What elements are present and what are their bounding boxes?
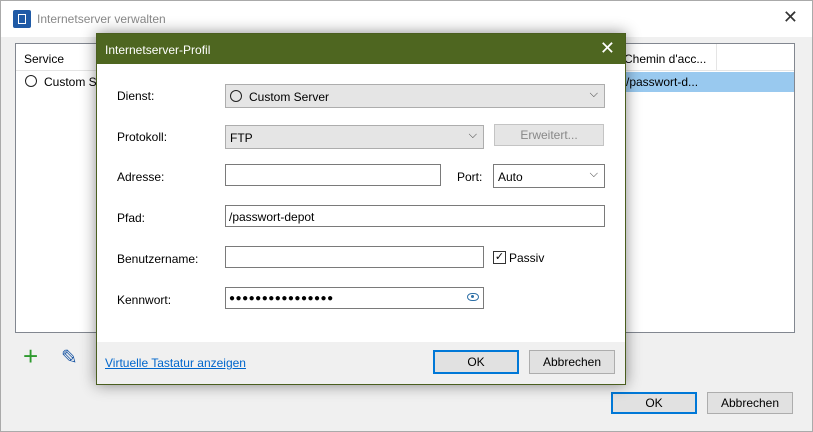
- dienst-select[interactable]: Custom Server ⌵: [225, 84, 605, 108]
- dialog-title: Internetserver-Profil: [105, 43, 211, 57]
- app-icon: [13, 10, 31, 28]
- protokoll-select[interactable]: FTP ⌵: [225, 125, 484, 149]
- dialog-titlebar: Internetserver-Profil ✕: [97, 34, 625, 64]
- virtual-keyboard-link[interactable]: Virtuelle Tastatur anzeigen: [105, 356, 246, 370]
- dienst-value: Custom Server: [249, 90, 330, 104]
- column-service[interactable]: Service: [24, 52, 64, 66]
- dialog-cancel-button[interactable]: Abbrechen: [529, 350, 615, 374]
- adresse-input[interactable]: [225, 164, 441, 186]
- pfad-label: Pfad:: [117, 211, 146, 225]
- protokoll-value: FTP: [230, 131, 253, 145]
- port-label: Port:: [457, 170, 483, 184]
- row-path: /passwort-d...: [626, 75, 699, 89]
- dialog-close-icon[interactable]: ✕: [600, 38, 615, 59]
- passiv-label: Passiv: [509, 251, 545, 265]
- adresse-label: Adresse:: [117, 170, 165, 184]
- kennwort-value: ●●●●●●●●●●●●●●●●: [229, 293, 334, 304]
- close-icon[interactable]: ✕: [783, 7, 798, 28]
- server-profile-dialog: Internetserver-Profil ✕ Dienst: Custom S…: [96, 33, 626, 385]
- dialog-footer: Virtuelle Tastatur anzeigen OK Abbrechen: [97, 342, 625, 384]
- pfad-input[interactable]: /passwort-depot: [225, 205, 605, 227]
- eye-icon[interactable]: [467, 293, 479, 301]
- erweitert-button[interactable]: Erweitert...: [494, 124, 604, 146]
- row-service: Custom S: [44, 75, 97, 89]
- column-path[interactable]: Chemin d'acc...: [624, 52, 706, 66]
- port-select[interactable]: Auto ⌵: [493, 164, 605, 188]
- protokoll-label: Protokoll:: [117, 130, 168, 144]
- globe-icon: [25, 75, 37, 87]
- add-icon[interactable]: +: [23, 343, 38, 369]
- kennwort-label: Kennwort:: [117, 293, 172, 307]
- dialog-body: Dienst: Custom Server ⌵ Protokoll: FTP ⌵…: [97, 64, 625, 342]
- chevron-down-icon: ⌵: [468, 129, 477, 141]
- column-separator: [716, 44, 717, 70]
- benutzername-input[interactable]: [225, 246, 484, 268]
- pfad-value: /passwort-depot: [229, 210, 315, 224]
- globe-icon: [230, 90, 242, 102]
- passiv-checkbox[interactable]: ✓: [493, 251, 506, 264]
- chevron-down-icon: ⌵: [589, 88, 598, 100]
- chevron-down-icon: ⌵: [589, 168, 598, 180]
- outer-ok-button[interactable]: OK: [611, 392, 697, 414]
- outer-cancel-button[interactable]: Abbrechen: [707, 392, 793, 414]
- edit-pencil-icon[interactable]: ✎: [61, 345, 78, 370]
- window-titlebar: Internetserver verwalten ✕: [1, 1, 812, 37]
- window-title: Internetserver verwalten: [37, 12, 166, 26]
- kennwort-input[interactable]: ●●●●●●●●●●●●●●●●: [225, 287, 484, 309]
- dienst-label: Dienst:: [117, 89, 155, 103]
- benutzername-label: Benutzername:: [117, 252, 199, 266]
- port-value: Auto: [498, 170, 523, 184]
- dialog-ok-button[interactable]: OK: [433, 350, 519, 374]
